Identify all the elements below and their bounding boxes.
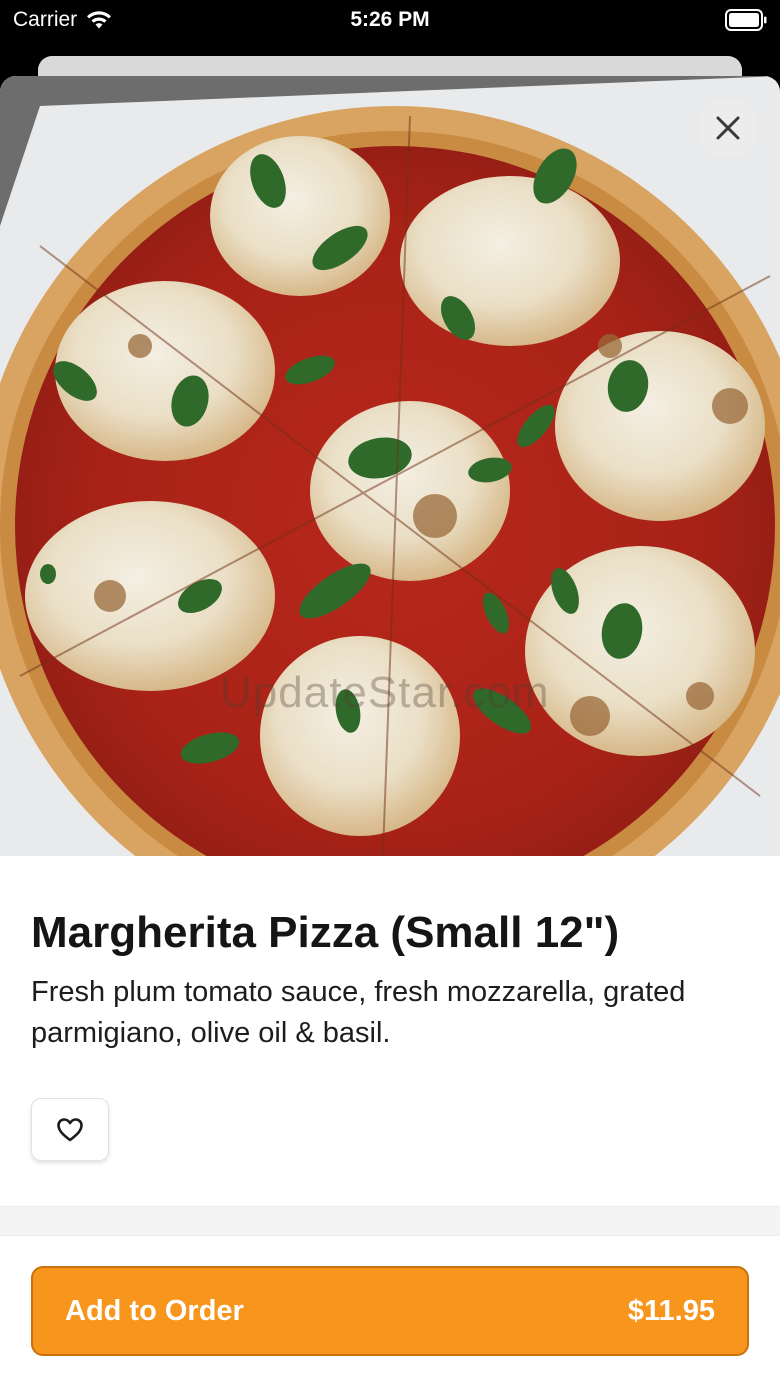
heart-icon [57,1117,83,1141]
add-to-order-label: Add to Order [65,1294,244,1327]
status-bar: Carrier 5:26 PM [0,0,780,40]
battery-icon [725,9,767,31]
screen: Carrier 5:26 PM UpdateStar.com Margherit… [0,0,780,1387]
status-time: 5:26 PM [350,8,430,31]
favorite-button[interactable] [31,1098,109,1161]
close-icon [716,116,740,140]
pizza-photo [0,76,780,856]
watermark: UpdateStar.com [220,668,550,717]
item-title: Margherita Pizza (Small 12") [31,908,620,957]
section-divider [0,1206,780,1236]
add-to-order-button[interactable]: Add to Order $11.95 [31,1266,749,1356]
item-photo: UpdateStar.com [0,76,780,856]
close-button[interactable] [698,98,758,158]
item-description: Fresh plum tomato sauce, fresh mozzarell… [31,976,686,1049]
item-detail-sheet: UpdateStar.com Margherita Pizza (Small 1… [0,76,780,1387]
order-price: $11.95 [627,1294,715,1327]
